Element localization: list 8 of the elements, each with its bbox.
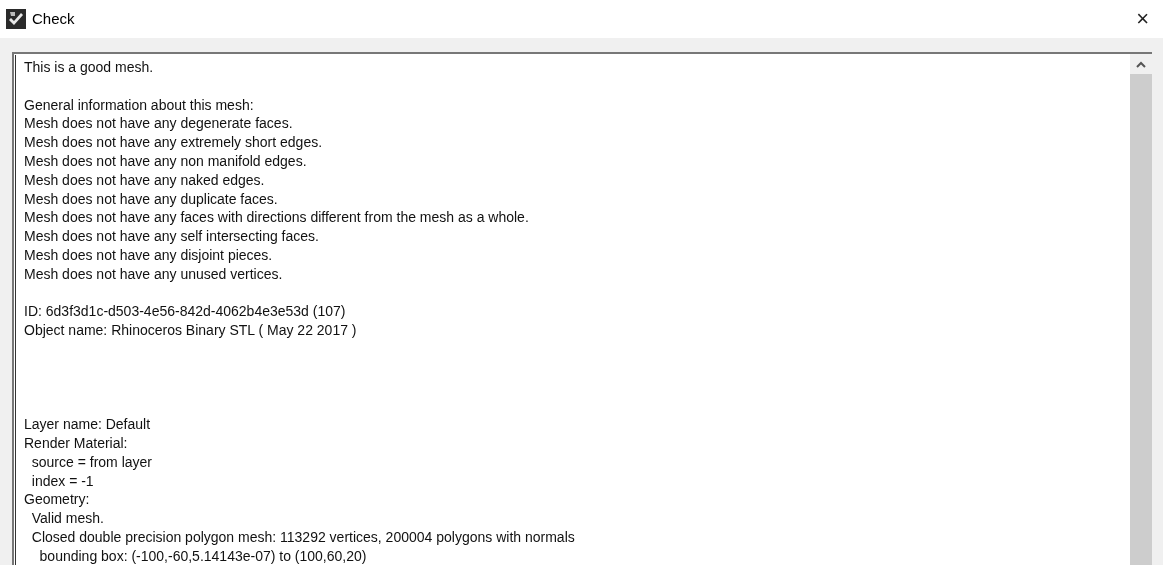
report-text: This is a good mesh. General information about this mesh: Mesh does not have any degenerate faces. Mesh does not have any extremely short edges. Mesh does not have any non manifold edges. Mesh does not have any naked edges. Mesh does not have any duplicate faces. Mesh does not have any faces with directions different from the mesh as a whole. Mesh does not have any self intersecting faces. Mesh does not have any disjoint pieces. Mesh does not have any unused vertices. ID: 6d3f3d1c-d503-4e56-842d-4062b4e3e53d (107) Object name: Rhinoceros Binary STL ( May 22 2017 ) Layer name: Default Render Material: source = from layer index = -1 Geometry: Valid mesh. Closed double precision polygon mesh: 113292 vertices, 200004 polygons with normals bounding box: (-100,-60,5.14143e-07) to (100,60,20) bbox=[24, 58, 576, 565]
report-text-area[interactable] bbox=[12, 52, 1152, 565]
scroll-up-button[interactable] bbox=[1130, 54, 1152, 74]
caret-up-icon bbox=[1136, 60, 1146, 68]
app-icon bbox=[6, 9, 26, 29]
close-button[interactable]: × bbox=[1132, 8, 1153, 30]
scrollbar[interactable] bbox=[1130, 54, 1152, 565]
window-title: Check bbox=[32, 8, 75, 29]
